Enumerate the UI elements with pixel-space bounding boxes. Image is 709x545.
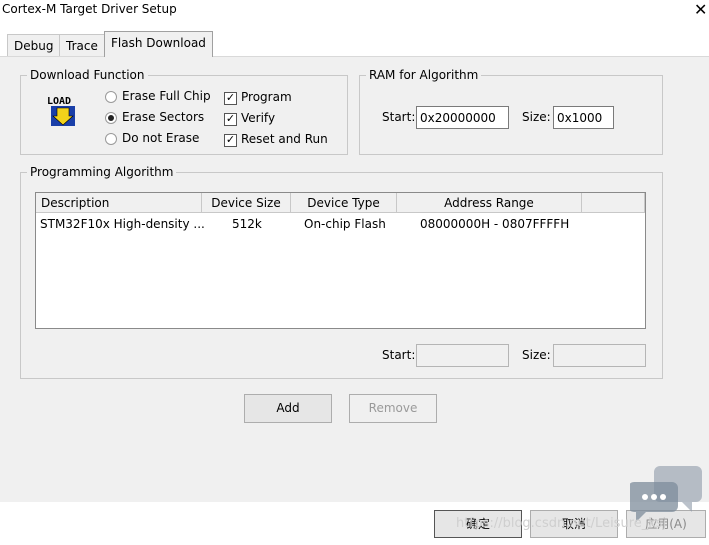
programming-algorithm-title: Programming Algorithm — [30, 165, 174, 179]
do-not-erase-radio[interactable] — [105, 133, 117, 145]
do-not-erase-label: Do not Erase — [122, 131, 200, 145]
erase-full-chip-radio[interactable] — [105, 91, 117, 103]
algorithm-list[interactable]: Description Device Size Device Type Addr… — [35, 192, 646, 329]
verify-label: Verify — [241, 111, 276, 125]
column-header-empty — [582, 193, 645, 213]
load-icon-text: LOAD — [47, 96, 71, 107]
load-icon: LOAD — [47, 96, 75, 126]
download-function-title: Download Function — [30, 68, 145, 82]
tab-flash-download[interactable]: Flash Download — [104, 31, 213, 57]
watermark-text: https://blog.csdn.net/Leisure_ksj — [456, 516, 667, 531]
program-checkbox[interactable]: ✓ — [224, 92, 237, 105]
algo-start-label: Start: — [382, 348, 416, 362]
column-header-device-type[interactable]: Device Type — [291, 193, 397, 213]
erase-sectors-radio[interactable] — [105, 112, 117, 124]
column-header-address-range[interactable]: Address Range — [397, 193, 582, 213]
remove-button[interactable]: Remove — [349, 394, 437, 423]
row-address-range: 08000000H - 0807FFFFH — [420, 217, 570, 231]
erase-sectors-label: Erase Sectors — [122, 110, 205, 124]
add-button[interactable]: Add — [244, 394, 332, 423]
ram-size-input[interactable] — [553, 106, 614, 129]
erase-full-chip-label: Erase Full Chip — [122, 89, 211, 103]
close-button[interactable]: ✕ — [694, 0, 707, 20]
tab-debug[interactable]: Debug — [7, 34, 61, 56]
tab-trace[interactable]: Trace — [59, 34, 105, 56]
row-description: STM32F10x High-density ... — [40, 217, 205, 231]
ram-start-input[interactable] — [416, 106, 509, 129]
row-device-type: On-chip Flash — [304, 217, 386, 231]
verify-checkbox[interactable]: ✓ — [224, 113, 237, 126]
column-header-description[interactable]: Description — [36, 193, 202, 213]
algo-size-input[interactable] — [553, 344, 646, 367]
ram-title: RAM for Algorithm — [369, 68, 479, 82]
algo-size-label: Size: — [522, 348, 551, 362]
window-title: Cortex-M Target Driver Setup — [2, 2, 177, 16]
program-label: Program — [241, 90, 292, 104]
reset-and-run-label: Reset and Run — [241, 132, 328, 146]
algo-start-input[interactable] — [416, 344, 509, 367]
row-device-size: 512k — [232, 217, 262, 231]
reset-and-run-checkbox[interactable]: ✓ — [224, 134, 237, 147]
chat-bubble-icon — [630, 466, 702, 522]
ram-start-label: Start: — [382, 110, 416, 124]
ram-size-label: Size: — [522, 110, 551, 124]
column-header-device-size[interactable]: Device Size — [202, 193, 291, 213]
